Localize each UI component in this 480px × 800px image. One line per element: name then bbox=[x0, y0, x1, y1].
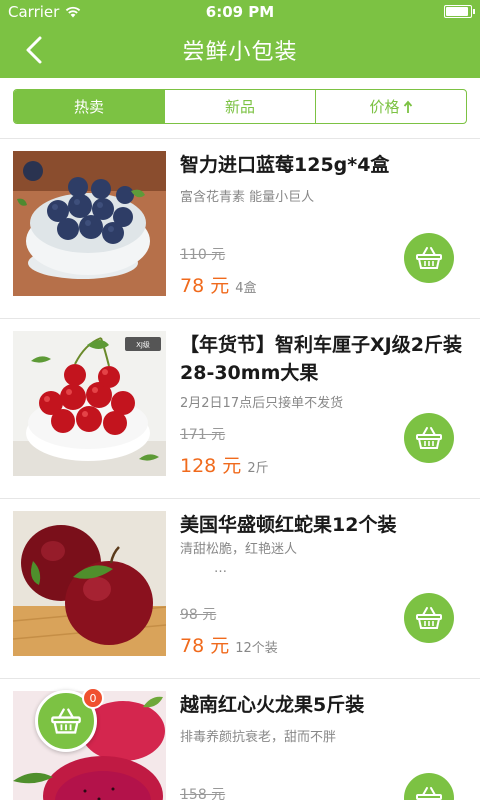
battery-level bbox=[446, 7, 468, 16]
tab-new[interactable]: 新品 bbox=[165, 90, 316, 123]
tab-hot-label: 热卖 bbox=[73, 98, 104, 116]
basket-icon bbox=[416, 247, 442, 269]
product-desc: 排毒养颜抗衰老，甜而不胖 bbox=[180, 730, 337, 745]
add-to-cart-button[interactable] bbox=[404, 773, 454, 800]
basket-icon bbox=[416, 607, 442, 629]
product-desc: 2月2日17点后只接单不发货 bbox=[180, 396, 344, 411]
tab-price-label: 价格 bbox=[369, 98, 400, 116]
product-unit: 12个装 bbox=[235, 641, 278, 656]
status-bar: Carrier 6:09 PM bbox=[0, 0, 480, 24]
header-bar: Carrier 6:09 PM 尝鲜小包装 bbox=[0, 0, 480, 78]
divider bbox=[0, 498, 480, 499]
product-image-apple bbox=[13, 511, 166, 656]
add-to-cart-button[interactable] bbox=[404, 413, 454, 463]
divider bbox=[0, 318, 480, 319]
product-price-row: 128 元 2斤 bbox=[180, 451, 269, 478]
cart-count-badge: 0 bbox=[82, 687, 104, 709]
product-desc: 富含花青素 能量小巨人 bbox=[180, 190, 315, 205]
add-to-cart-button[interactable] bbox=[404, 233, 454, 283]
product-card-apple[interactable]: 美国华盛顿红蛇果12个装 清甜松脆，红艳迷人 … 98 元 78 元 12个装 bbox=[0, 511, 480, 681]
tab-hot[interactable]: 热卖 bbox=[14, 90, 165, 123]
sort-tabs: 热卖 新品 价格 bbox=[13, 89, 467, 124]
basket-icon bbox=[416, 427, 442, 449]
product-name: 智力进口蓝莓125g*4盒 bbox=[180, 154, 390, 176]
product-unit: 2斤 bbox=[247, 461, 269, 476]
add-to-cart-button[interactable] bbox=[404, 593, 454, 643]
basket-icon bbox=[416, 787, 442, 800]
product-image-cherry: XJ级 bbox=[13, 331, 166, 476]
page-title: 尝鲜小包装 bbox=[182, 40, 298, 65]
more-indicator: … bbox=[214, 561, 227, 576]
status-time: 6:09 PM bbox=[205, 3, 275, 21]
arrow-up-icon bbox=[403, 100, 412, 113]
svg-text:XJ级: XJ级 bbox=[136, 340, 150, 349]
floating-cart-button[interactable]: 0 bbox=[35, 687, 104, 752]
basket-icon bbox=[51, 708, 81, 734]
product-unit: 4盒 bbox=[235, 281, 257, 296]
product-old-price: 110 元 bbox=[180, 247, 226, 263]
product-name: 美国华盛顿红蛇果12个装 bbox=[180, 514, 397, 536]
product-name: 越南红心火龙果5斤装 bbox=[180, 694, 365, 716]
product-card-cherry[interactable]: XJ级 【年货节】智利车厘子XJ级2斤装 28-30mm大果 2月2日17点后只… bbox=[0, 331, 480, 501]
divider bbox=[0, 678, 480, 679]
product-price: 128 元 bbox=[180, 455, 242, 477]
product-desc: 清甜松脆，红艳迷人 bbox=[180, 542, 298, 557]
tab-price[interactable]: 价格 bbox=[316, 90, 466, 123]
product-name: 【年货节】智利车厘子XJ级2斤装 28-30mm大果 bbox=[180, 334, 462, 384]
product-old-price: 98 元 bbox=[180, 607, 217, 623]
product-price: 78 元 bbox=[180, 275, 230, 297]
product-old-price: 171 元 bbox=[180, 427, 226, 443]
product-image-blueberry bbox=[13, 151, 166, 296]
battery-icon bbox=[444, 5, 475, 18]
product-card-blueberry[interactable]: 智力进口蓝莓125g*4盒 富含花青素 能量小巨人 110 元 78 元 4盒 bbox=[0, 151, 480, 321]
divider bbox=[0, 138, 480, 139]
product-price: 78 元 bbox=[180, 635, 230, 657]
product-price-row: 78 元 12个装 bbox=[180, 631, 278, 658]
product-price-row: 78 元 4盒 bbox=[180, 271, 257, 298]
product-old-price: 158 元 bbox=[180, 787, 226, 800]
tab-new-label: 新品 bbox=[224, 98, 255, 116]
